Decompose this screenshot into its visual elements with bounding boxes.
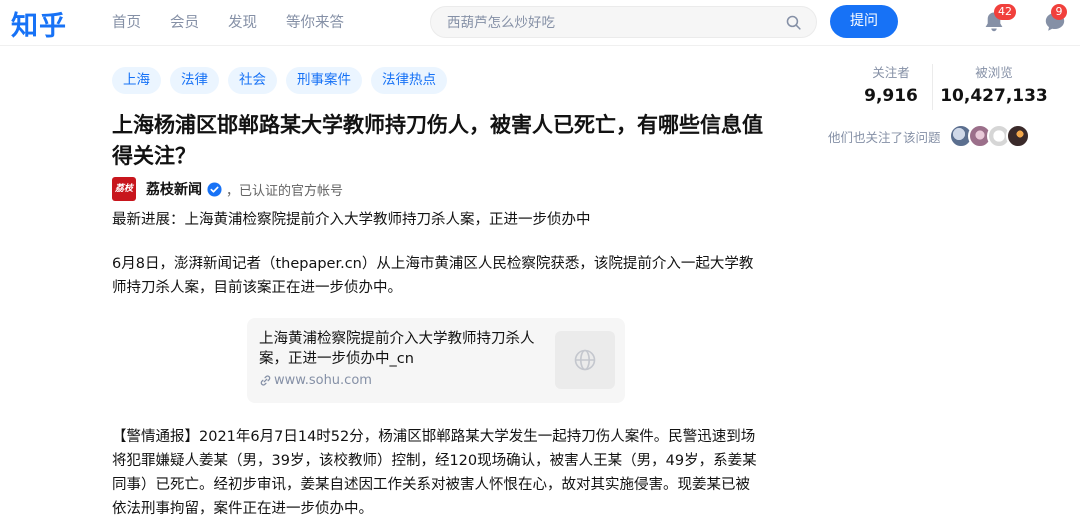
stats-divider (932, 64, 933, 110)
topic-tag-law[interactable]: 法律 (170, 67, 219, 94)
author-avatar[interactable]: 荔枝 (112, 177, 136, 201)
author-name[interactable]: 荔枝新闻 (146, 179, 202, 199)
author-description: ，已认证的官方帐号 (226, 183, 344, 199)
ask-question-button[interactable]: 提问 (830, 5, 898, 38)
notification-count-badge: 42 (994, 4, 1016, 20)
nav-item-waiting-answers[interactable]: 等你来答 (286, 12, 344, 34)
answer-paragraph: 6月8日，澎湃新闻记者（thepaper.cn）从上海市黄浦区人民检察院获悉，该… (112, 256, 754, 296)
messages-button[interactable]: 9 (1043, 4, 1067, 34)
verified-badge-icon (207, 181, 222, 197)
nav-item-discover[interactable]: 发现 (228, 12, 257, 34)
topic-tag-society[interactable]: 社会 (228, 67, 277, 94)
topic-tag-legal-hotspot[interactable]: 法律热点 (371, 67, 447, 94)
top-navigation-bar: 知乎 首页 会员 发现 等你来答 提问 42 9 (0, 0, 1080, 46)
avatar[interactable] (1005, 124, 1030, 148)
question-title[interactable]: 上海杨浦区邯郸路某大学教师持刀伤人，被害人已死亡，有哪些信息值得关注？ (112, 110, 767, 172)
link-card-thumbnail (555, 331, 615, 389)
link-card-url: www.sohu.com (259, 373, 372, 388)
views-stat: 被浏览 10,427,133 (938, 64, 1050, 110)
globe-icon (574, 349, 596, 371)
topic-tag-criminal-case[interactable]: 刑事案件 (286, 67, 362, 94)
also-following-label: 他们也关注了该问题 (828, 129, 941, 145)
followers-stat[interactable]: 关注者 9,916 (852, 64, 930, 110)
search-box (430, 6, 817, 38)
message-count-badge: 9 (1051, 4, 1067, 20)
question-stats: 关注者 9,916 被浏览 10,427,133 (852, 64, 1048, 112)
notifications-button[interactable]: 42 (982, 4, 1016, 34)
link-card-title: 上海黄浦检察院提前介入大学教师持刀杀人案，正进一步侦办中_cn (259, 331, 535, 367)
topic-tag-shanghai[interactable]: 上海 (112, 67, 161, 94)
also-following: 他们也关注了该问题 (828, 122, 1030, 150)
zhihu-logo[interactable]: 知乎 (11, 4, 67, 43)
followers-label: 关注者 (872, 65, 910, 80)
nav-item-home[interactable]: 首页 (112, 12, 141, 34)
search-input[interactable] (447, 12, 767, 34)
answer-paragraph: 【警情通报】2021年6月7日14时52分，杨浦区邯郸路某大学发生一起持刀伤人案… (112, 429, 757, 517)
views-label: 被浏览 (975, 65, 1013, 80)
followers-count: 9,916 (864, 86, 918, 106)
answer-paragraph: 最新进展：上海黄浦检察院提前介入大学教师持刀杀人案，正进一步侦办中 (112, 212, 591, 228)
answer-author: 荔枝 荔枝新闻 ，已认证的官方帐号 (112, 177, 343, 201)
nav-item-membership[interactable]: 会员 (170, 12, 199, 34)
search-icon[interactable] (785, 14, 802, 31)
link-card-domain: www.sohu.com (274, 373, 372, 388)
main-nav: 首页 会员 发现 等你来答 (112, 12, 373, 34)
link-card[interactable]: 上海黄浦检察院提前介入大学教师持刀杀人案，正进一步侦办中_cn www.sohu… (247, 318, 625, 403)
topic-tags: 上海 法律 社会 刑事案件 法律热点 (112, 67, 456, 94)
link-icon (260, 375, 271, 386)
views-count: 10,427,133 (940, 86, 1048, 106)
